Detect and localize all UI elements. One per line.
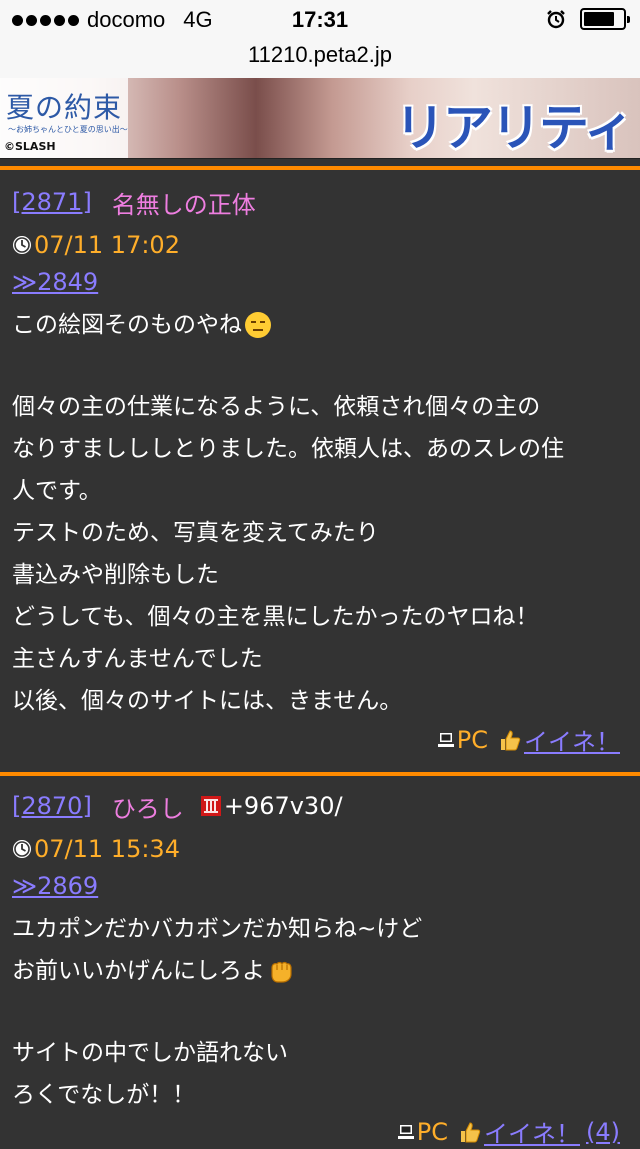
battery-icon xyxy=(580,8,630,30)
post-timestamp: 07/11 15:34 xyxy=(12,830,628,868)
banner-logo: ©SLASH xyxy=(4,140,56,153)
device-label: PC xyxy=(416,1117,448,1146)
body-line: 以後、個々のサイトには、きません。 xyxy=(12,688,403,714)
post-header: [2870] ひろし +967v30/ xyxy=(12,786,628,826)
thumbs-up-icon[interactable] xyxy=(458,1120,482,1144)
post-body: ユカポンだかバカボンだか知らね~けど お前いいかげんにしろよ サイトの中でしか語… xyxy=(12,908,628,1116)
body-line: ユカポンだかバカボンだか知らね~けど xyxy=(12,916,423,942)
post-timestamp: 07/11 17:02 xyxy=(12,226,628,264)
banner-tagline: リアリティ xyxy=(395,99,634,157)
post-body: この絵図そのものやね 個々の主の仕業になるように、依頼され個々の主の なりすまし… xyxy=(12,304,628,722)
post-header: [2871] 名無しの正体 xyxy=(12,182,628,222)
body-line: サイトの中でしか語れない xyxy=(12,1040,288,1066)
timestamp-text: 07/11 15:34 xyxy=(34,835,180,863)
pc-icon xyxy=(437,732,454,747)
clock-icon xyxy=(13,236,31,254)
banner-subtitle: 〜お姉ちゃんとひと夏の思い出〜 xyxy=(8,125,128,134)
poster-name: 名無しの正体 xyxy=(111,190,256,219)
banner-title-panel: 夏の約束 〜お姉ちゃんとひと夏の思い出〜 ©SLASH xyxy=(0,78,128,158)
clock-icon xyxy=(13,840,31,858)
poster-id: +967v30/ xyxy=(223,792,343,820)
device-label: PC xyxy=(456,725,488,754)
like-button[interactable]: イイネ！ xyxy=(524,722,620,757)
like-count: (4) xyxy=(586,1117,620,1146)
alarm-icon xyxy=(547,10,565,29)
reply-anchor-link[interactable]: ≫2849 xyxy=(12,264,628,300)
body-line: 人です。 xyxy=(12,478,102,504)
banner-title: 夏の約束 xyxy=(6,91,123,124)
body-line: 個々の主の仕業になるように、依頼され個々の主の xyxy=(12,394,541,420)
timestamp-text: 07/11 17:02 xyxy=(34,231,180,259)
body-line: どうしても、個々の主を黒にしたかったのヤロね！ xyxy=(12,604,539,630)
rank-badge-icon xyxy=(200,796,221,816)
poster-name: ひろし xyxy=(111,794,184,823)
body-line: なりすましししとりました。依頼人は、あのスレの住 xyxy=(12,436,564,462)
body-line: ろくでなしが！！ xyxy=(12,1082,196,1108)
url-bar[interactable]: 11210.peta2.jp xyxy=(0,40,640,78)
ad-banner[interactable]: 夏の約束 〜お姉ちゃんとひと夏の思い出〜 ©SLASH リアリティ xyxy=(0,78,640,159)
body-line: 書込みや削除もした xyxy=(12,562,219,588)
divider xyxy=(0,166,640,170)
url-text[interactable]: 11210.peta2.jp xyxy=(248,42,392,67)
fist-icon xyxy=(271,961,292,983)
body-line: 主さんすんませんでした xyxy=(12,646,263,672)
clock-time: 17:31 xyxy=(291,7,349,32)
expressionless-face-icon xyxy=(245,312,271,338)
post-footer: PC イイネ！ (4) xyxy=(397,1114,620,1149)
body-line: テストのため、写真を変えてみたり xyxy=(12,520,379,546)
body-line: この絵図そのものやね xyxy=(12,304,628,346)
status-right xyxy=(546,8,630,30)
post: [2870] ひろし +967v30/ 07/11 15:34 ≫2869 ユカ… xyxy=(0,786,640,1116)
post-footer: PC イイネ！ xyxy=(437,722,620,757)
body-line: お前いいかげんにしろよ xyxy=(12,950,628,992)
post-number-link[interactable]: [2870] xyxy=(12,792,92,820)
pc-icon xyxy=(397,1124,414,1139)
like-button[interactable]: イイネ！ xyxy=(484,1114,580,1149)
divider xyxy=(0,772,640,776)
reply-anchor-link[interactable]: ≫2869 xyxy=(12,868,628,904)
thumbs-up-icon[interactable] xyxy=(498,728,522,752)
post-number-link[interactable]: [2871] xyxy=(12,188,92,216)
status-bar: docomo 4G 17:31 xyxy=(0,0,640,40)
post: [2871] 名無しの正体 07/11 17:02 ≫2849 この絵図そのもの… xyxy=(0,182,640,722)
